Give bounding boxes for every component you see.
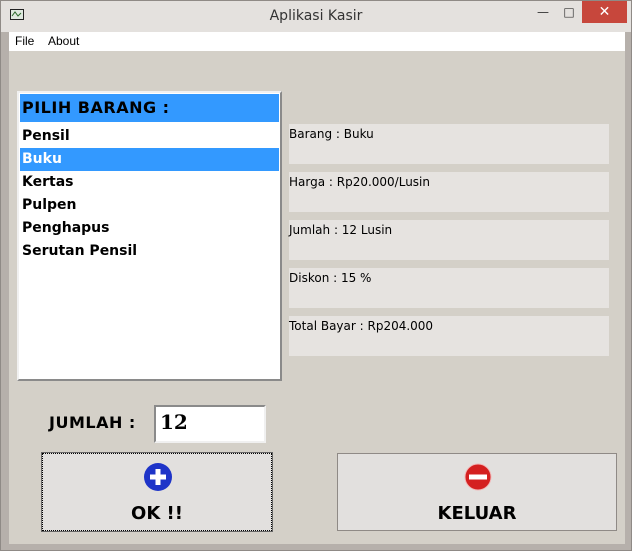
list-item[interactable]: Pulpen <box>20 194 279 217</box>
info-total: Total Bayar : Rp204.000 <box>289 316 609 356</box>
close-button[interactable]: ✕ <box>582 1 627 23</box>
maximize-button[interactable]: □ <box>556 1 582 23</box>
quantity-label: JUMLAH : <box>49 413 136 432</box>
list-item[interactable]: Penghapus <box>20 217 279 240</box>
main-panel: PILIH BARANG : Pensil Buku Kertas Pulpen… <box>9 51 625 544</box>
minus-circle-icon <box>464 463 492 491</box>
list-item[interactable]: Pensil <box>20 125 279 148</box>
menu-about[interactable]: About <box>48 34 79 48</box>
menu-file[interactable]: File <box>15 34 34 48</box>
list-item[interactable]: Serutan Pensil <box>20 240 279 263</box>
info-item: Barang : Buku <box>289 124 609 164</box>
ok-button-label: OK !! <box>131 503 183 524</box>
list-item[interactable]: Kertas <box>20 171 279 194</box>
info-discount: Diskon : 15 % <box>289 268 609 308</box>
exit-button[interactable]: KELUAR <box>337 453 617 531</box>
info-price: Harga : Rp20.000/Lusin <box>289 172 609 212</box>
quantity-input[interactable]: 12 <box>154 405 266 443</box>
product-list-header: PILIH BARANG : <box>20 94 279 122</box>
product-list-items: Pensil Buku Kertas Pulpen Penghapus Seru… <box>20 125 279 263</box>
title-bar: Aplikasi Kasir — □ ✕ <box>1 1 631 32</box>
exit-button-label: KELUAR <box>437 503 517 524</box>
minimize-button[interactable]: — <box>530 1 556 23</box>
product-list[interactable]: PILIH BARANG : Pensil Buku Kertas Pulpen… <box>17 91 282 381</box>
list-item[interactable]: Buku <box>20 148 279 171</box>
info-quantity: Jumlah : 12 Lusin <box>289 220 609 260</box>
ok-button[interactable]: OK !! <box>41 452 273 532</box>
plus-circle-icon <box>144 463 172 491</box>
menu-bar: File About <box>9 32 625 51</box>
app-window: Aplikasi Kasir — □ ✕ File About PILIH BA… <box>0 0 632 551</box>
